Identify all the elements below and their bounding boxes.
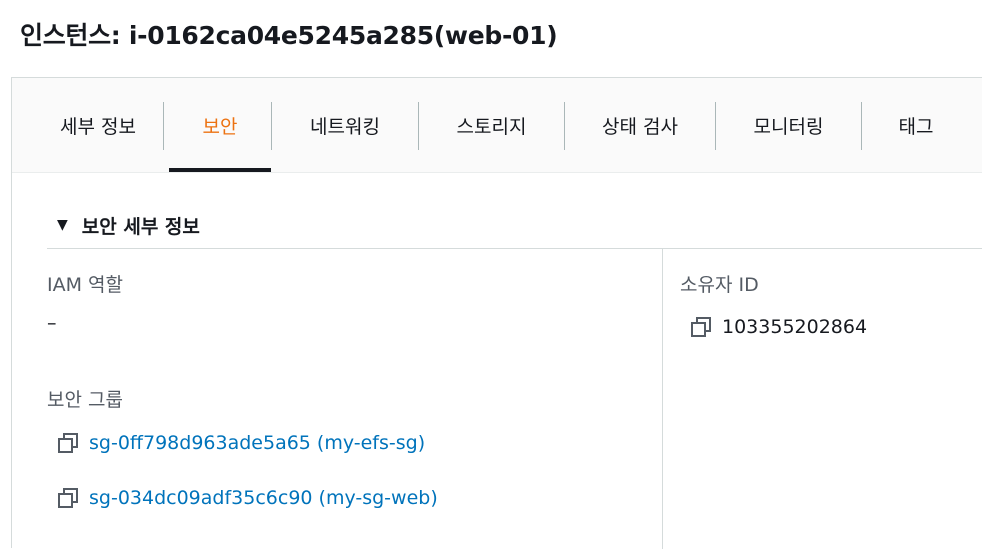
- security-group-row: sg-034dc09adf35c6c90 (my-sg-web): [57, 487, 438, 509]
- owner-id-label: 소유자 ID: [680, 274, 759, 296]
- tab-separator: [163, 102, 164, 150]
- tab-networking[interactable]: 네트워킹: [272, 78, 418, 172]
- security-group-link[interactable]: sg-034dc09adf35c6c90 (my-sg-web): [89, 487, 438, 509]
- security-groups-label: 보안 그룹: [47, 389, 123, 411]
- page-title: 인스턴스: i-0162ca04e5245a285(web-01): [20, 21, 558, 50]
- owner-id-row: 103355202864: [690, 316, 867, 338]
- tab-status-checks[interactable]: 상태 검사: [565, 78, 715, 172]
- caret-down-icon: ▼: [57, 217, 68, 233]
- security-details-toggle[interactable]: ▼ 보안 세부 정보: [47, 202, 982, 248]
- instance-detail-panel: 세부 정보 보안 네트워킹 스토리지 상태 검사 모니터링 태그 ▼ 보안 세부…: [11, 77, 982, 549]
- security-group-link[interactable]: sg-0ff798d963ade5a65 (my-efs-sg): [89, 432, 425, 454]
- tab-monitoring[interactable]: 모니터링: [716, 78, 861, 172]
- tab-details[interactable]: 세부 정보: [30, 78, 166, 172]
- tab-security[interactable]: 보안: [169, 78, 271, 172]
- section-title: 보안 세부 정보: [81, 215, 200, 238]
- copy-icon[interactable]: [57, 432, 79, 454]
- column-divider: [662, 249, 663, 549]
- copy-icon[interactable]: [57, 487, 79, 509]
- security-group-row: sg-0ff798d963ade5a65 (my-efs-sg): [57, 432, 425, 454]
- tab-bar: 세부 정보 보안 네트워킹 스토리지 상태 검사 모니터링 태그: [12, 78, 982, 173]
- iam-role-label: IAM 역할: [47, 274, 123, 296]
- iam-role-value: –: [47, 312, 57, 334]
- copy-icon[interactable]: [690, 316, 712, 338]
- tab-storage[interactable]: 스토리지: [419, 78, 564, 172]
- owner-id-value: 103355202864: [722, 316, 868, 338]
- tab-tags[interactable]: 태그: [862, 78, 970, 172]
- section-divider: [47, 248, 982, 249]
